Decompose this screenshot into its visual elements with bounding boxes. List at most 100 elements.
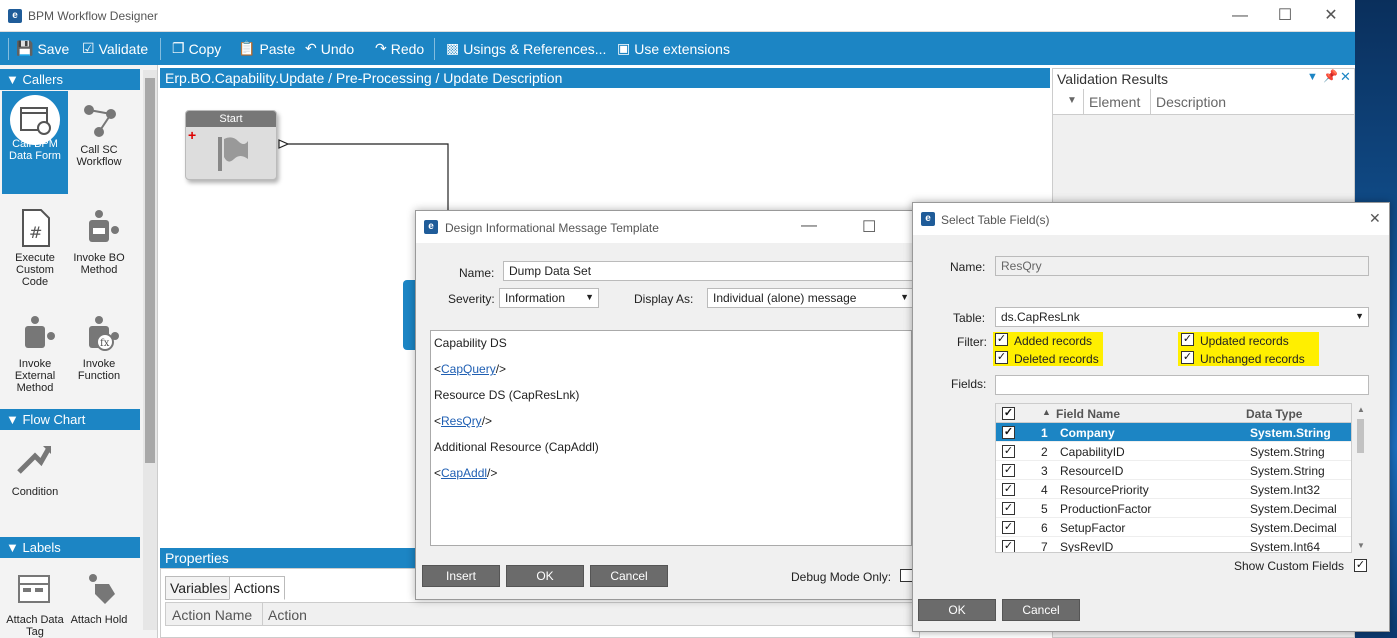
maximize-icon[interactable]: ☐ — [1270, 6, 1300, 26]
table-select[interactable]: ds.CapResLnk ▼ — [995, 307, 1369, 327]
table-row[interactable]: ✓ 7 SysRevID System.Int64 — [996, 537, 1351, 552]
field-link-capquery[interactable]: CapQuery — [441, 362, 496, 376]
row-number: 4 — [1041, 483, 1048, 497]
display-as-select[interactable]: Individual (alone) message ▼ — [707, 288, 914, 308]
palette-item-call-bpm-data-form[interactable]: Call BPM Data Form — [4, 95, 66, 162]
display-as-label: Display As: — [634, 292, 694, 306]
usings-references-button[interactable]: ▩ Usings & References... — [446, 40, 606, 57]
show-custom-fields-checkbox[interactable]: ✓ — [1354, 559, 1367, 572]
table-row[interactable]: ✓ 6 SetupFactor System.Decimal — [996, 518, 1351, 537]
validate-button[interactable]: ☑ Validate — [82, 40, 148, 57]
row-checkbox[interactable]: ✓ — [1002, 502, 1015, 515]
column-element[interactable]: Element — [1089, 94, 1140, 110]
close-icon[interactable]: ✕ — [1316, 6, 1346, 26]
palette-item-execute-custom-code[interactable]: # Execute Custom Code — [4, 208, 66, 288]
row-checkbox[interactable]: ✓ — [1002, 426, 1015, 439]
row-data-type: System.String — [1250, 426, 1331, 440]
redo-button[interactable]: ↷ Redo — [375, 40, 424, 57]
save-button[interactable]: 💾 Save — [16, 40, 69, 57]
field-link-capaddl[interactable]: CapAddl — [441, 466, 487, 480]
table-row[interactable]: ✓ 2 CapabilityID System.String — [996, 442, 1351, 461]
palette-item-invoke-function[interactable]: fx Invoke Function — [68, 314, 130, 382]
table-label: Table: — [953, 311, 986, 325]
column-action-name[interactable]: Action Name — [172, 607, 252, 623]
template-editor[interactable]: Capability DS <CapQuery/> Resource DS (C… — [430, 330, 912, 546]
dialog-title: Select Table Field(s) — [941, 213, 1050, 227]
deleted-records-checkbox[interactable]: ✓ — [995, 351, 1008, 364]
palette-scrollbar[interactable] — [143, 70, 157, 630]
column-data-type[interactable]: Data Type — [1246, 407, 1302, 421]
copy-icon: ❐ — [172, 40, 185, 56]
severity-select[interactable]: Information ▼ — [499, 288, 599, 308]
table-row[interactable]: ✓ 1 Company System.String — [996, 423, 1351, 442]
column-field-name[interactable]: Field Name — [1056, 407, 1120, 421]
row-checkbox[interactable]: ✓ — [1002, 445, 1015, 458]
table-row[interactable]: ✓ 5 ProductionFactor System.Decimal — [996, 499, 1351, 518]
cancel-button[interactable]: Cancel — [1002, 599, 1080, 621]
palette-item-attach-hold[interactable]: Attach Hold — [68, 570, 130, 626]
maximize-icon[interactable]: ☐ — [862, 217, 876, 237]
grid-scrollbar[interactable]: ▲ ▼ — [1354, 403, 1368, 553]
select-all-checkbox[interactable]: ✓ — [1002, 407, 1015, 420]
row-checkbox[interactable]: ✓ — [1002, 540, 1015, 552]
scrollbar-thumb[interactable] — [145, 78, 155, 463]
row-checkbox[interactable]: ✓ — [1002, 464, 1015, 477]
editor-line: <CapAddl/> — [434, 466, 498, 480]
field-link-resqry[interactable]: ResQry — [441, 414, 482, 428]
section-labels[interactable]: ▼ Labels — [0, 537, 140, 558]
ok-button[interactable]: OK — [506, 565, 584, 587]
minimize-icon[interactable]: — — [1225, 6, 1255, 26]
scroll-down-icon[interactable]: ▼ — [1357, 541, 1365, 550]
cancel-button[interactable]: Cancel — [590, 565, 668, 587]
palette-item-condition[interactable]: Condition — [4, 442, 66, 498]
column-action[interactable]: Action — [268, 607, 307, 623]
column-description[interactable]: Description — [1156, 94, 1226, 110]
unchanged-records-checkbox[interactable]: ✓ — [1181, 351, 1194, 364]
ok-button[interactable]: OK — [918, 599, 996, 621]
row-data-type: System.Decimal — [1250, 502, 1337, 516]
palette-item-invoke-bo-method[interactable]: Invoke BO Method — [68, 208, 130, 276]
sort-arrow-icon[interactable]: ▼ — [1067, 95, 1077, 106]
table-row[interactable]: ✓ 4 ResourcePriority System.Int32 — [996, 480, 1351, 499]
dropdown-icon[interactable]: ▼ — [1307, 71, 1318, 83]
start-node-label: Start — [186, 111, 276, 127]
plus-icon[interactable]: + — [188, 127, 196, 143]
use-extensions-button[interactable]: ▣ Use extensions — [617, 40, 730, 57]
close-icon[interactable]: ✕ — [1369, 210, 1381, 227]
row-checkbox[interactable]: ✓ — [1002, 521, 1015, 534]
fields-grid: ✓ ▲ Field Name Data Type ✓ 1 Company System… — [995, 403, 1352, 553]
palette-item-attach-data-tag[interactable]: Attach Data Tag — [4, 570, 66, 638]
close-icon[interactable]: ✕ — [1340, 69, 1351, 85]
start-node[interactable]: Start + — [185, 110, 277, 180]
function-icon: fx — [79, 314, 119, 354]
paste-button[interactable]: 📋 Paste — [238, 40, 295, 57]
fields-filter-input[interactable] — [995, 375, 1369, 395]
validation-grid-header: ▼ Element Description — [1053, 89, 1354, 115]
scroll-up-icon[interactable]: ▲ — [1357, 405, 1365, 414]
name-input[interactable]: Dump Data Set — [503, 261, 914, 281]
window-title: BPM Workflow Designer — [28, 9, 158, 23]
minimize-icon[interactable]: — — [801, 217, 817, 235]
breadcrumb: Erp.BO.Capability.Update / Pre-Processin… — [160, 68, 1050, 88]
palette-item-invoke-external-method[interactable]: Invoke External Method — [4, 314, 66, 394]
scrollbar-thumb[interactable] — [1357, 419, 1364, 453]
copy-button[interactable]: ❐ Copy — [172, 40, 221, 57]
table-row[interactable]: ✓ 3 ResourceID System.String — [996, 461, 1351, 480]
sort-arrow-icon[interactable]: ▲ — [1042, 407, 1051, 417]
name-label: Name: — [459, 266, 495, 280]
added-records-checkbox[interactable]: ✓ — [995, 333, 1008, 346]
redo-icon: ↷ — [375, 40, 387, 56]
palette-item-call-sc-workflow[interactable]: Call SC Workflow — [68, 100, 130, 168]
section-callers[interactable]: ▼ Callers — [0, 69, 140, 90]
section-flow-chart[interactable]: ▼ Flow Chart — [0, 409, 140, 430]
insert-button[interactable]: Insert — [422, 565, 500, 587]
pin-icon[interactable]: 📌 — [1323, 69, 1338, 83]
row-checkbox[interactable]: ✓ — [1002, 483, 1015, 496]
updated-records-checkbox[interactable]: ✓ — [1181, 333, 1194, 346]
toolbar: 💾 Save ☑ Validate ❐ Copy 📋 Paste ↶ Undo ↷ Redo… — [0, 32, 1355, 65]
undo-button[interactable]: ↶ Undo — [305, 40, 354, 57]
toolbar-grip — [8, 38, 9, 60]
unchanged-records-label: Unchanged records — [1200, 352, 1305, 366]
tab-variables[interactable]: Variables — [165, 576, 233, 600]
tab-actions[interactable]: Actions — [229, 576, 285, 600]
